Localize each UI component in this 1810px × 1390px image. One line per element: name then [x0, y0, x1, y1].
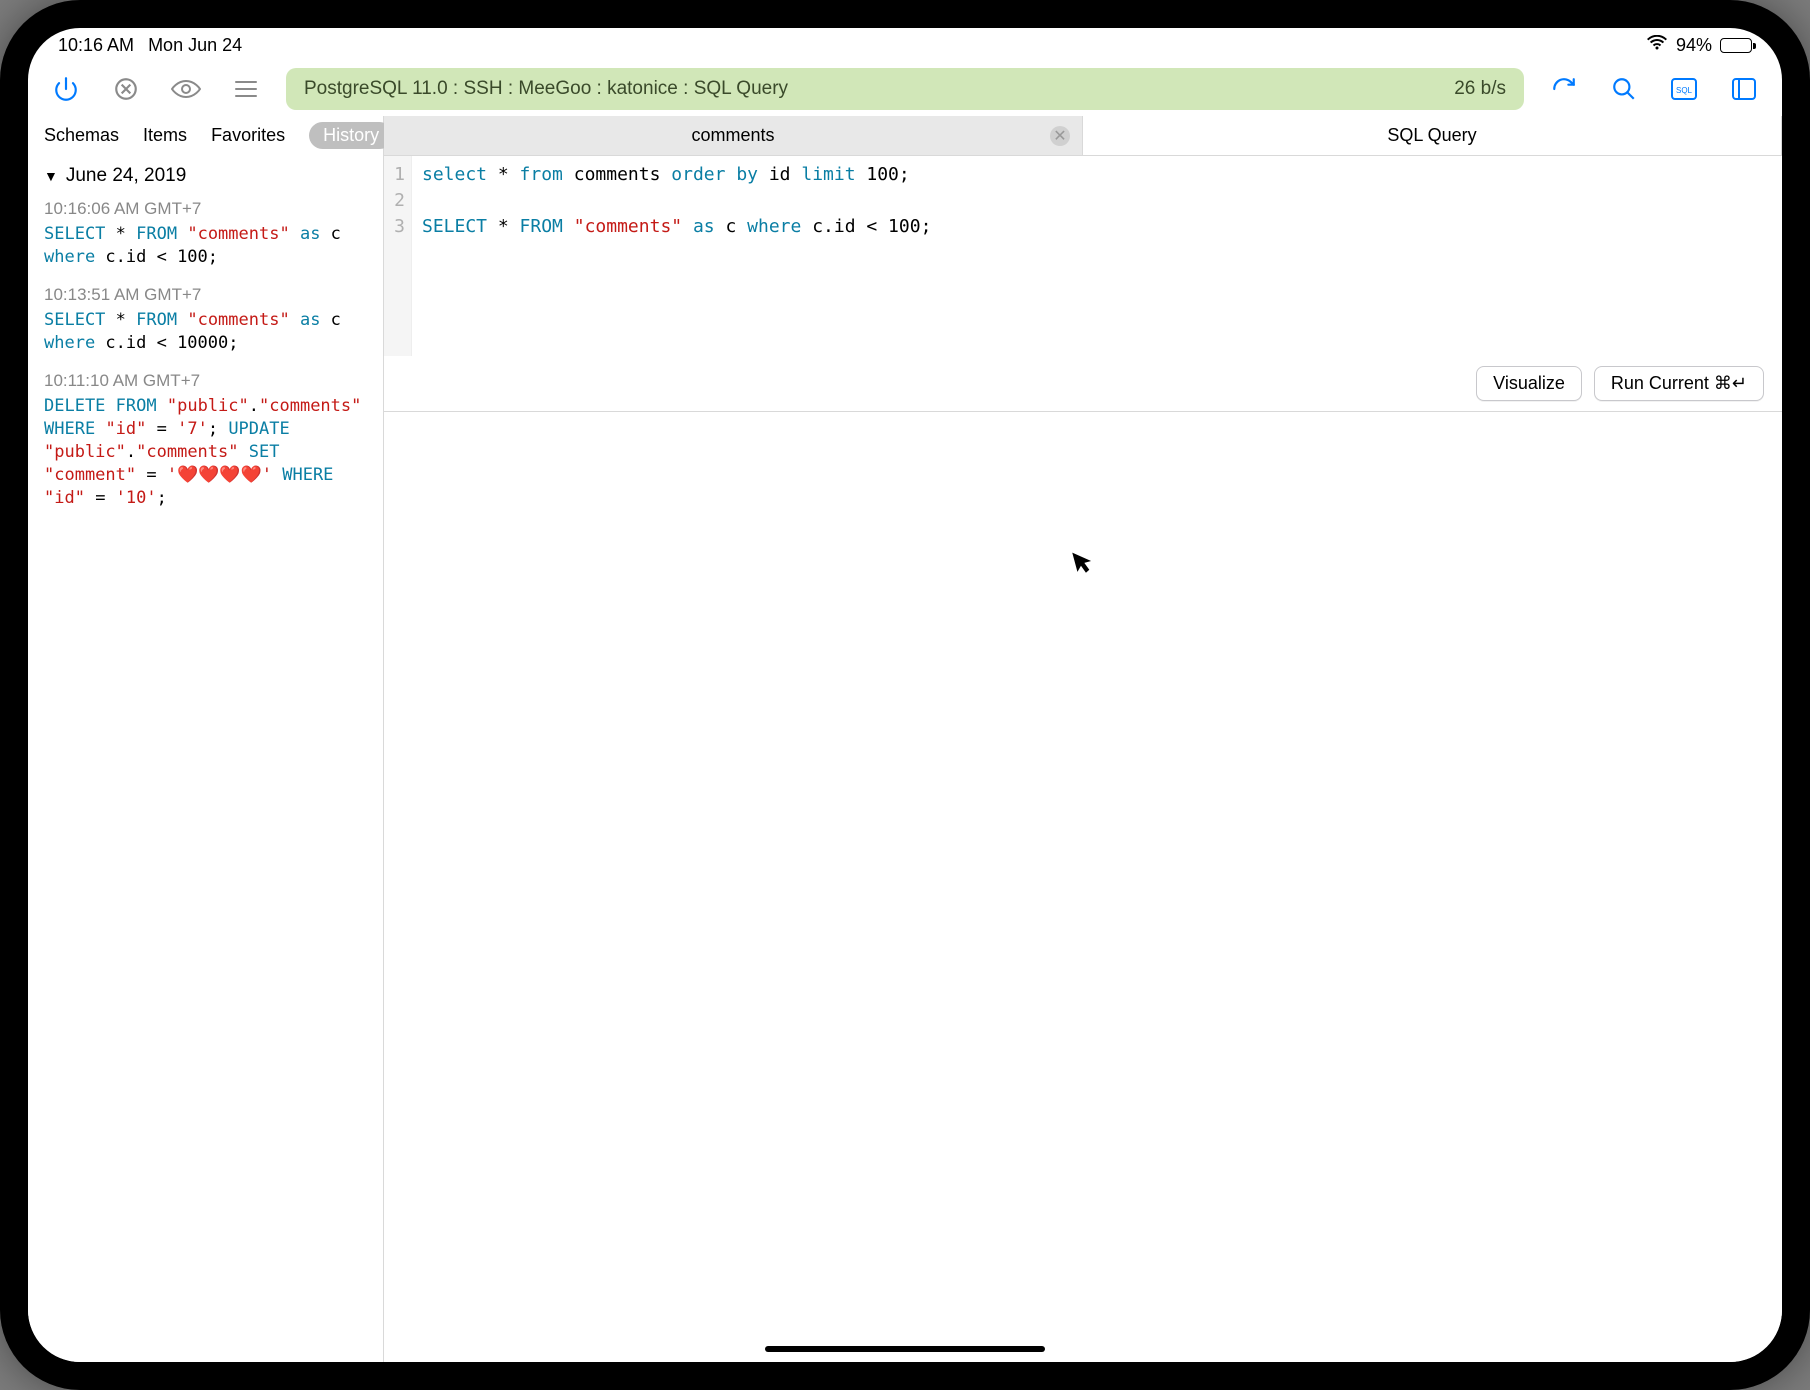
connection-pill[interactable]: PostgreSQL 11.0 : SSH : MeeGoo : katonic… [286, 68, 1524, 110]
cancel-icon[interactable] [106, 69, 146, 109]
line-number: 3 [384, 214, 405, 240]
close-icon[interactable]: ✕ [1050, 126, 1070, 146]
sql-icon[interactable]: SQL [1664, 69, 1704, 109]
device-frame: 10:16 AM Mon Jun 24 94% [0, 0, 1810, 1390]
history-group-header[interactable]: ▼ June 24, 2019 [28, 159, 383, 193]
tab-history[interactable]: History [309, 122, 393, 149]
doc-tab-label: SQL Query [1387, 125, 1476, 146]
history-sql: SELECT * FROM "comments" as c where c.id… [44, 309, 367, 355]
preview-icon[interactable] [166, 69, 206, 109]
history-time: 10:13:51 AM GMT+7 [44, 285, 367, 305]
sidebar-tabs: Schemas Items Favorites History [28, 116, 383, 159]
line-number: 2 [384, 188, 405, 214]
mouse-cursor-icon [1070, 546, 1098, 585]
run-current-button[interactable]: Run Current ⌘↵ [1594, 366, 1764, 401]
list-icon[interactable] [226, 69, 266, 109]
visualize-button[interactable]: Visualize [1476, 366, 1582, 401]
doc-tab-sqlquery[interactable]: SQL Query [1083, 116, 1782, 155]
line-number: 1 [384, 162, 405, 188]
history-time: 10:16:06 AM GMT+7 [44, 199, 367, 219]
doc-tab-comments[interactable]: comments ✕ [384, 116, 1083, 155]
screen: 10:16 AM Mon Jun 24 94% [28, 28, 1782, 1362]
document-tabs: comments ✕ SQL Query [384, 116, 1782, 156]
connection-label: PostgreSQL 11.0 : SSH : MeeGoo : katonic… [304, 78, 788, 100]
disclosure-triangle-icon: ▼ [44, 168, 58, 184]
status-time: 10:16 AM [58, 35, 134, 56]
home-indicator [765, 1346, 1045, 1352]
refresh-icon[interactable] [1544, 69, 1584, 109]
action-row: Visualize Run Current ⌘↵ [384, 356, 1782, 412]
tab-items[interactable]: Items [143, 125, 187, 146]
results-pane [384, 412, 1782, 1362]
battery-percent: 94% [1676, 35, 1712, 56]
history-item[interactable]: 10:16:06 AM GMT+7 SELECT * FROM "comment… [28, 193, 383, 279]
sidebar: Schemas Items Favorites History ▼ June 2… [28, 116, 384, 1362]
editor-wrap: 1 2 3 select * from comments order by id… [384, 156, 1782, 356]
doc-tab-label: comments [691, 125, 774, 146]
line-gutter: 1 2 3 [384, 156, 412, 356]
sql-editor[interactable]: select * from comments order by id limit… [412, 156, 1782, 356]
status-bar: 10:16 AM Mon Jun 24 94% [28, 28, 1782, 62]
tab-favorites[interactable]: Favorites [211, 125, 285, 146]
toolbar: PostgreSQL 11.0 : SSH : MeeGoo : katonic… [28, 62, 1782, 116]
tab-schemas[interactable]: Schemas [44, 125, 119, 146]
battery-icon [1720, 38, 1752, 53]
history-sql: SELECT * FROM "comments" as c where c.id… [44, 223, 367, 269]
history-time: 10:11:10 AM GMT+7 [44, 371, 367, 391]
history-group-date: June 24, 2019 [66, 165, 186, 187]
panels-icon[interactable] [1724, 69, 1764, 109]
history-sql: DELETE FROM "public"."comments" WHERE "i… [44, 395, 367, 510]
history-item[interactable]: 10:13:51 AM GMT+7 SELECT * FROM "comment… [28, 279, 383, 365]
main: Schemas Items Favorites History ▼ June 2… [28, 116, 1782, 1362]
status-date: Mon Jun 24 [148, 35, 242, 56]
connection-speed: 26 b/s [1454, 78, 1506, 100]
power-icon[interactable] [46, 69, 86, 109]
wifi-icon [1646, 35, 1668, 56]
content: comments ✕ SQL Query 1 2 3 select * from… [384, 116, 1782, 1362]
history-item[interactable]: 10:11:10 AM GMT+7 DELETE FROM "public"."… [28, 365, 383, 520]
svg-text:SQL: SQL [1676, 86, 1693, 95]
search-icon[interactable] [1604, 69, 1644, 109]
